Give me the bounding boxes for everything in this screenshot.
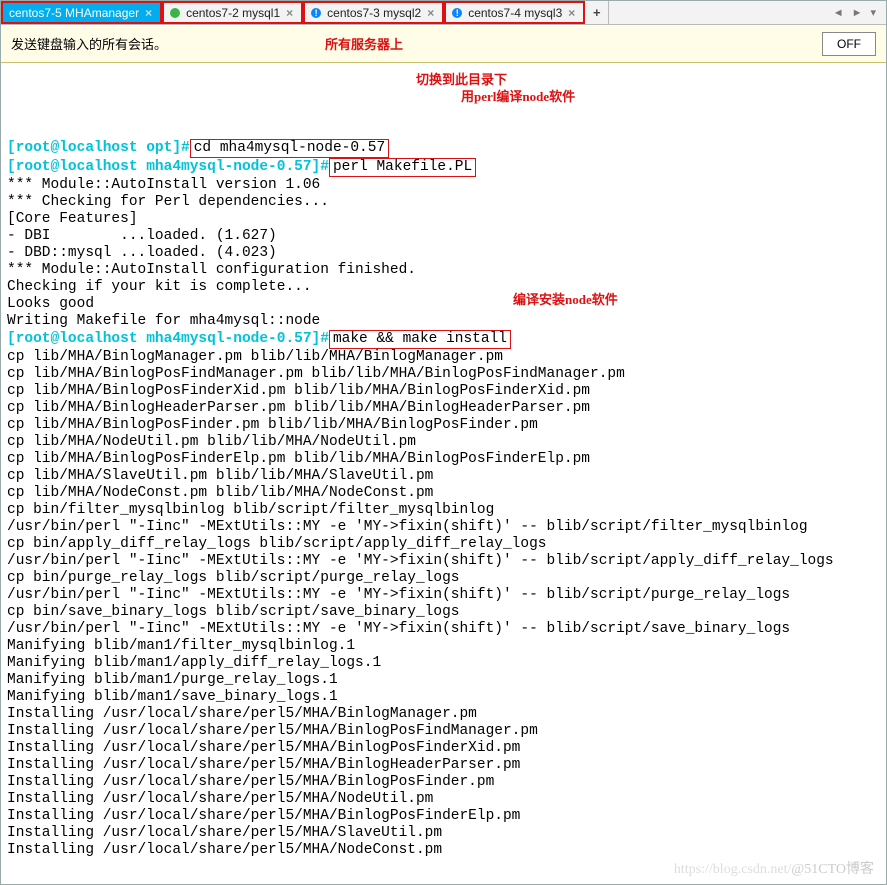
term-line: cp lib/MHA/BinlogManager.pm blib/lib/MHA… (7, 349, 503, 365)
term-line: cp bin/filter_mysqlbinlog blib/script/fi… (7, 502, 494, 518)
term-line: Installing /usr/local/share/perl5/MHA/Bi… (7, 808, 520, 824)
terminal-output[interactable]: 切换到此目录下 用perl编译node软件 编译安装node软件 [root@l… (1, 63, 886, 884)
term-line: Installing /usr/local/share/perl5/MHA/Bi… (7, 723, 538, 739)
broadcast-toolbar: 发送键盘输入的所有会话。 所有服务器上 OFF (1, 25, 886, 63)
tab-mhamanager[interactable]: centos7-5 MHAmanager × (1, 1, 162, 24)
term-line: Installing /usr/local/share/perl5/MHA/Bi… (7, 740, 520, 756)
term-line: Installing /usr/local/share/perl5/MHA/Sl… (7, 825, 442, 841)
term-line: [Core Features] (7, 211, 138, 227)
cmd-cd: cd mha4mysql-node-0.57 (190, 139, 389, 158)
shell-prompt: [root@localhost opt]# (7, 140, 190, 156)
tab-mysql1[interactable]: centos7-2 mysql1 × (162, 1, 303, 24)
watermark: https://blog.csdn.net/@51CTO博客 (674, 861, 874, 878)
term-line: Manifying blib/man1/apply_diff_relay_log… (7, 655, 381, 671)
term-line: cp lib/MHA/SlaveUtil.pm blib/lib/MHA/Sla… (7, 468, 433, 484)
term-line: - DBD::mysql ...loaded. (4.023) (7, 245, 277, 261)
term-line: Looks good (7, 296, 94, 312)
term-line: cp lib/MHA/BinlogPosFinderXid.pm blib/li… (7, 383, 590, 399)
tab-label: centos7-5 MHAmanager (9, 6, 139, 20)
term-line: Writing Makefile for mha4mysql::node (7, 313, 320, 329)
alert-dot-icon: ! (452, 8, 462, 18)
term-line: cp lib/MHA/NodeUtil.pm blib/lib/MHA/Node… (7, 434, 416, 450)
close-icon[interactable]: × (568, 6, 575, 20)
term-line: cp lib/MHA/BinlogPosFindManager.pm blib/… (7, 366, 625, 382)
term-line: - DBI ...loaded. (1.627) (7, 228, 277, 244)
cmd-perl: perl Makefile.PL (329, 158, 476, 177)
term-line: *** Module::AutoInstall configuration fi… (7, 262, 416, 278)
annotation-all-servers: 所有服务器上 (325, 34, 403, 53)
term-line: *** Checking for Perl dependencies... (7, 194, 329, 210)
alert-dot-icon: ! (311, 8, 321, 18)
term-line: cp bin/apply_diff_relay_logs blib/script… (7, 536, 547, 552)
annotation-perl: 用perl编译node软件 (461, 88, 575, 105)
term-line: cp lib/MHA/BinlogHeaderParser.pm blib/li… (7, 400, 590, 416)
term-line: /usr/bin/perl "-Iinc" -MExtUtils::MY -e … (7, 553, 834, 569)
term-line: cp bin/purge_relay_logs blib/script/purg… (7, 570, 459, 586)
term-line: cp bin/save_binary_logs blib/script/save… (7, 604, 459, 620)
term-line: Checking if your kit is complete... (7, 279, 312, 295)
tab-mysql2[interactable]: ! centos7-3 mysql2 × (303, 1, 444, 24)
term-line: *** Module::AutoInstall version 1.06 (7, 177, 320, 193)
tab-bar: centos7-5 MHAmanager × centos7-2 mysql1 … (1, 1, 886, 25)
annotation-make: 编译安装node软件 (513, 291, 618, 308)
term-line: /usr/bin/perl "-Iinc" -MExtUtils::MY -e … (7, 519, 808, 535)
status-dot-icon (170, 8, 180, 18)
add-tab-button[interactable]: + (585, 1, 609, 24)
shell-prompt: [root@localhost mha4mysql-node-0.57]# (7, 159, 329, 175)
term-line: Installing /usr/local/share/perl5/MHA/Bi… (7, 757, 520, 773)
tab-menu-icon[interactable]: ▾ (870, 6, 876, 19)
broadcast-hint: 发送键盘输入的所有会话。 (11, 34, 167, 53)
close-icon[interactable]: × (427, 6, 434, 20)
term-line: Installing /usr/local/share/perl5/MHA/Bi… (7, 774, 494, 790)
next-tab-icon[interactable]: ► (852, 7, 863, 19)
close-icon[interactable]: × (286, 6, 293, 20)
term-line: Manifying blib/man1/purge_relay_logs.1 (7, 672, 338, 688)
term-line: /usr/bin/perl "-Iinc" -MExtUtils::MY -e … (7, 587, 790, 603)
term-line: Installing /usr/local/share/perl5/MHA/No… (7, 791, 433, 807)
prev-tab-icon[interactable]: ◄ (833, 7, 844, 19)
broadcast-off-button[interactable]: OFF (822, 32, 876, 56)
shell-prompt: [root@localhost mha4mysql-node-0.57]# (7, 331, 329, 347)
tab-mysql3[interactable]: ! centos7-4 mysql3 × (444, 1, 585, 24)
term-line: Installing /usr/local/share/perl5/MHA/No… (7, 842, 442, 858)
term-line: cp lib/MHA/BinlogPosFinderElp.pm blib/li… (7, 451, 590, 467)
term-line: cp lib/MHA/NodeConst.pm blib/lib/MHA/Nod… (7, 485, 433, 501)
tab-label: centos7-3 mysql2 (327, 6, 421, 20)
close-icon[interactable]: × (145, 6, 152, 20)
tab-nav: ◄ ► ▾ (823, 1, 886, 24)
cmd-make: make && make install (329, 330, 511, 349)
term-line: Manifying blib/man1/save_binary_logs.1 (7, 689, 338, 705)
tab-label: centos7-4 mysql3 (468, 6, 562, 20)
term-line: Installing /usr/local/share/perl5/MHA/Bi… (7, 706, 477, 722)
term-line: Manifying blib/man1/filter_mysqlbinlog.1 (7, 638, 355, 654)
tab-label: centos7-2 mysql1 (186, 6, 280, 20)
annotation-cd: 切换到此目录下 (416, 71, 507, 88)
term-line: cp lib/MHA/BinlogPosFinder.pm blib/lib/M… (7, 417, 538, 433)
term-line: /usr/bin/perl "-Iinc" -MExtUtils::MY -e … (7, 621, 790, 637)
